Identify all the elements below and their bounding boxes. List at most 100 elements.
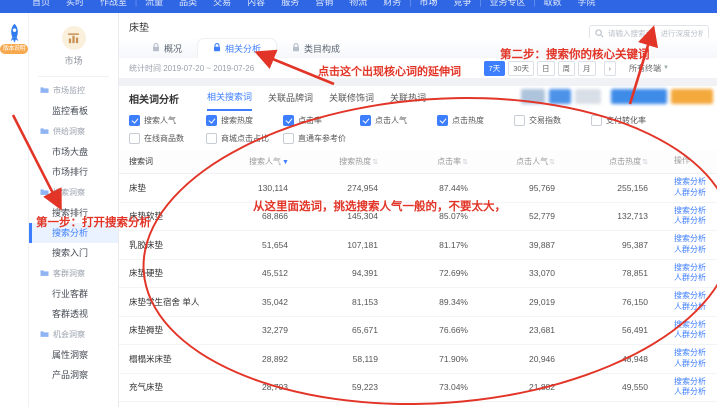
value-cell: 130,114 [249,183,294,193]
metric-checkbox[interactable]: 点击人气 [360,115,437,126]
sidebar-section-label: 机会洞察 [53,329,85,340]
checkbox-icon [206,115,217,126]
sidebar-item[interactable]: 市场排行 [29,162,118,182]
action-link[interactable]: 搜索分析 [674,377,717,388]
action-link[interactable]: 人群分析 [674,359,717,370]
main-area: 床垫 请输入搜索词，进行深度分析 概况相关分析类目构成 统计时间 2019-07… [119,13,717,407]
sort-icon[interactable]: ⇅ [642,159,648,166]
word-tab[interactable]: 关联修饰词 [329,87,374,110]
sort-desc-icon[interactable]: ▼ [282,159,289,166]
column-header[interactable]: 搜索热度⇅ [294,156,384,167]
sidebar-item[interactable]: 行业客群 [29,284,118,304]
metric-checkbox[interactable]: 直通车参考价 [283,133,360,144]
action-link[interactable]: 搜索分析 [674,234,717,245]
sidebar-item[interactable]: 产品洞察 [29,365,118,385]
nav-item[interactable]: 交易 [213,0,231,13]
nav-item[interactable]: 学院 [578,0,596,13]
nav-item[interactable]: 品类 [179,0,197,13]
nav-item[interactable]: 业务专区 [489,0,525,13]
action-link[interactable]: 人群分析 [674,245,717,256]
sidebar-item[interactable]: 客群透视 [29,304,118,324]
nav-divider: | [409,0,411,11]
word-tab[interactable]: 关联热词 [390,87,426,110]
date-button[interactable]: 月 [578,61,596,76]
action-link[interactable]: 搜索分析 [674,177,717,188]
next-page-button[interactable]: › [604,61,617,76]
value-cell: 29,019 [474,297,561,307]
action-link[interactable]: 人群分析 [674,330,717,341]
sidebar-item[interactable]: 搜索分析 [29,223,118,243]
metric-checkbox[interactable]: 支付转化率 [591,115,668,126]
nav-item[interactable]: 物流 [349,0,367,13]
rocket-icon[interactable] [6,23,23,43]
nav-item[interactable]: 服务 [281,0,299,13]
nav-item[interactable]: 营销 [315,0,333,13]
tab-inactive[interactable]: 类目构成 [277,39,355,58]
nav-item[interactable]: 内容 [247,0,265,13]
sidebar-item[interactable]: 属性洞察 [29,345,118,365]
terminal-filter-dropdown[interactable]: 所有终端▼ [629,63,669,74]
date-button[interactable]: 30天 [508,61,534,76]
sidebar-item[interactable]: 市场大盘 [29,142,118,162]
column-header[interactable]: 搜索人气▼ [249,156,294,167]
action-link[interactable]: 搜索分析 [674,348,717,359]
word-tab[interactable]: 关联品牌词 [268,87,313,110]
keyword-cell: 床垫褥垫 [119,324,249,336]
sidebar-item[interactable]: 搜索排行 [29,203,118,223]
nav-item[interactable]: 作战室 [100,0,127,13]
action-link[interactable]: 搜索分析 [674,206,717,217]
action-link[interactable]: 搜索分析 [674,291,717,302]
tab-inactive[interactable]: 概况 [137,39,197,58]
column-header: 搜索词 [119,156,249,167]
metric-checkbox[interactable]: 点击率 [283,115,360,126]
action-link[interactable]: 搜索分析 [674,320,717,331]
nav-item[interactable]: 市场 [419,0,437,13]
nav-item[interactable]: 实时 [66,0,84,13]
actions-cell: 搜索分析人群分析 [654,234,717,255]
metric-checkbox[interactable]: 搜索热度 [206,115,283,126]
date-button[interactable]: 周 [558,61,576,76]
metric-checkbox[interactable]: 点击热度 [437,115,514,126]
metric-checkbox[interactable]: 搜索人气 [129,115,206,126]
sidebar-menu: 市场监控监控看板供给洞察市场大盘市场排行搜索洞察搜索排行搜索分析搜索入门客群洞察… [29,80,118,385]
sidebar-item[interactable]: 搜索入门 [29,243,118,263]
action-link[interactable]: 人群分析 [674,273,717,284]
action-link[interactable]: 人群分析 [674,302,717,313]
sort-icon[interactable]: ⇅ [462,159,468,166]
column-header[interactable]: 点击率⇅ [384,156,474,167]
action-link[interactable]: 人群分析 [674,387,717,398]
metric-checkbox-group: 搜索人气搜索热度点击率点击人气点击热度 交易指数 支付转化率在线商品数 商城点击占比 直… [129,115,668,144]
value-cell: 49,550 [561,382,654,392]
nav-item[interactable]: 流量 [145,0,163,13]
action-link[interactable]: 人群分析 [674,216,717,227]
sort-icon[interactable]: ⇅ [549,159,555,166]
redacted-toolbar [521,89,713,104]
nav-item[interactable]: 取数 [544,0,562,13]
sidebar-item[interactable]: 监控看板 [29,101,118,121]
metric-label: 交易指数 [529,115,561,126]
word-tab[interactable]: 相关搜索词 [207,86,252,111]
sort-icon[interactable]: ⇅ [372,159,378,166]
nav-item[interactable]: 竞争 [453,0,471,13]
version-badge[interactable]: 版本说明 [0,44,28,54]
keyword-cell: 乳胶床垫 [119,239,249,251]
folder-icon [40,269,49,279]
action-link[interactable]: 搜索分析 [674,263,717,274]
date-button[interactable]: 日 [537,61,555,76]
column-header[interactable]: 点击人气⇅ [474,156,561,167]
value-cell: 28,892 [249,354,294,364]
column-header[interactable]: 点击热度⇅ [561,156,654,167]
value-cell: 68,866 [249,211,294,221]
metric-checkbox[interactable]: 商城点击占比 [206,133,283,144]
value-cell: 85.07% [384,211,474,221]
action-link[interactable]: 人群分析 [674,188,717,199]
value-cell: 51,654 [249,240,294,250]
metric-checkbox[interactable]: 在线商品数 [129,133,206,144]
date-button[interactable]: 7天 [484,61,506,76]
metric-label: 商城点击占比 [221,133,269,144]
nav-item[interactable]: 首页 [32,0,50,13]
nav-item[interactable]: 财务 [383,0,401,13]
tab-active[interactable]: 相关分析 [197,38,277,58]
tab-label: 类目构成 [304,42,340,55]
metric-checkbox[interactable]: 交易指数 [514,115,591,126]
